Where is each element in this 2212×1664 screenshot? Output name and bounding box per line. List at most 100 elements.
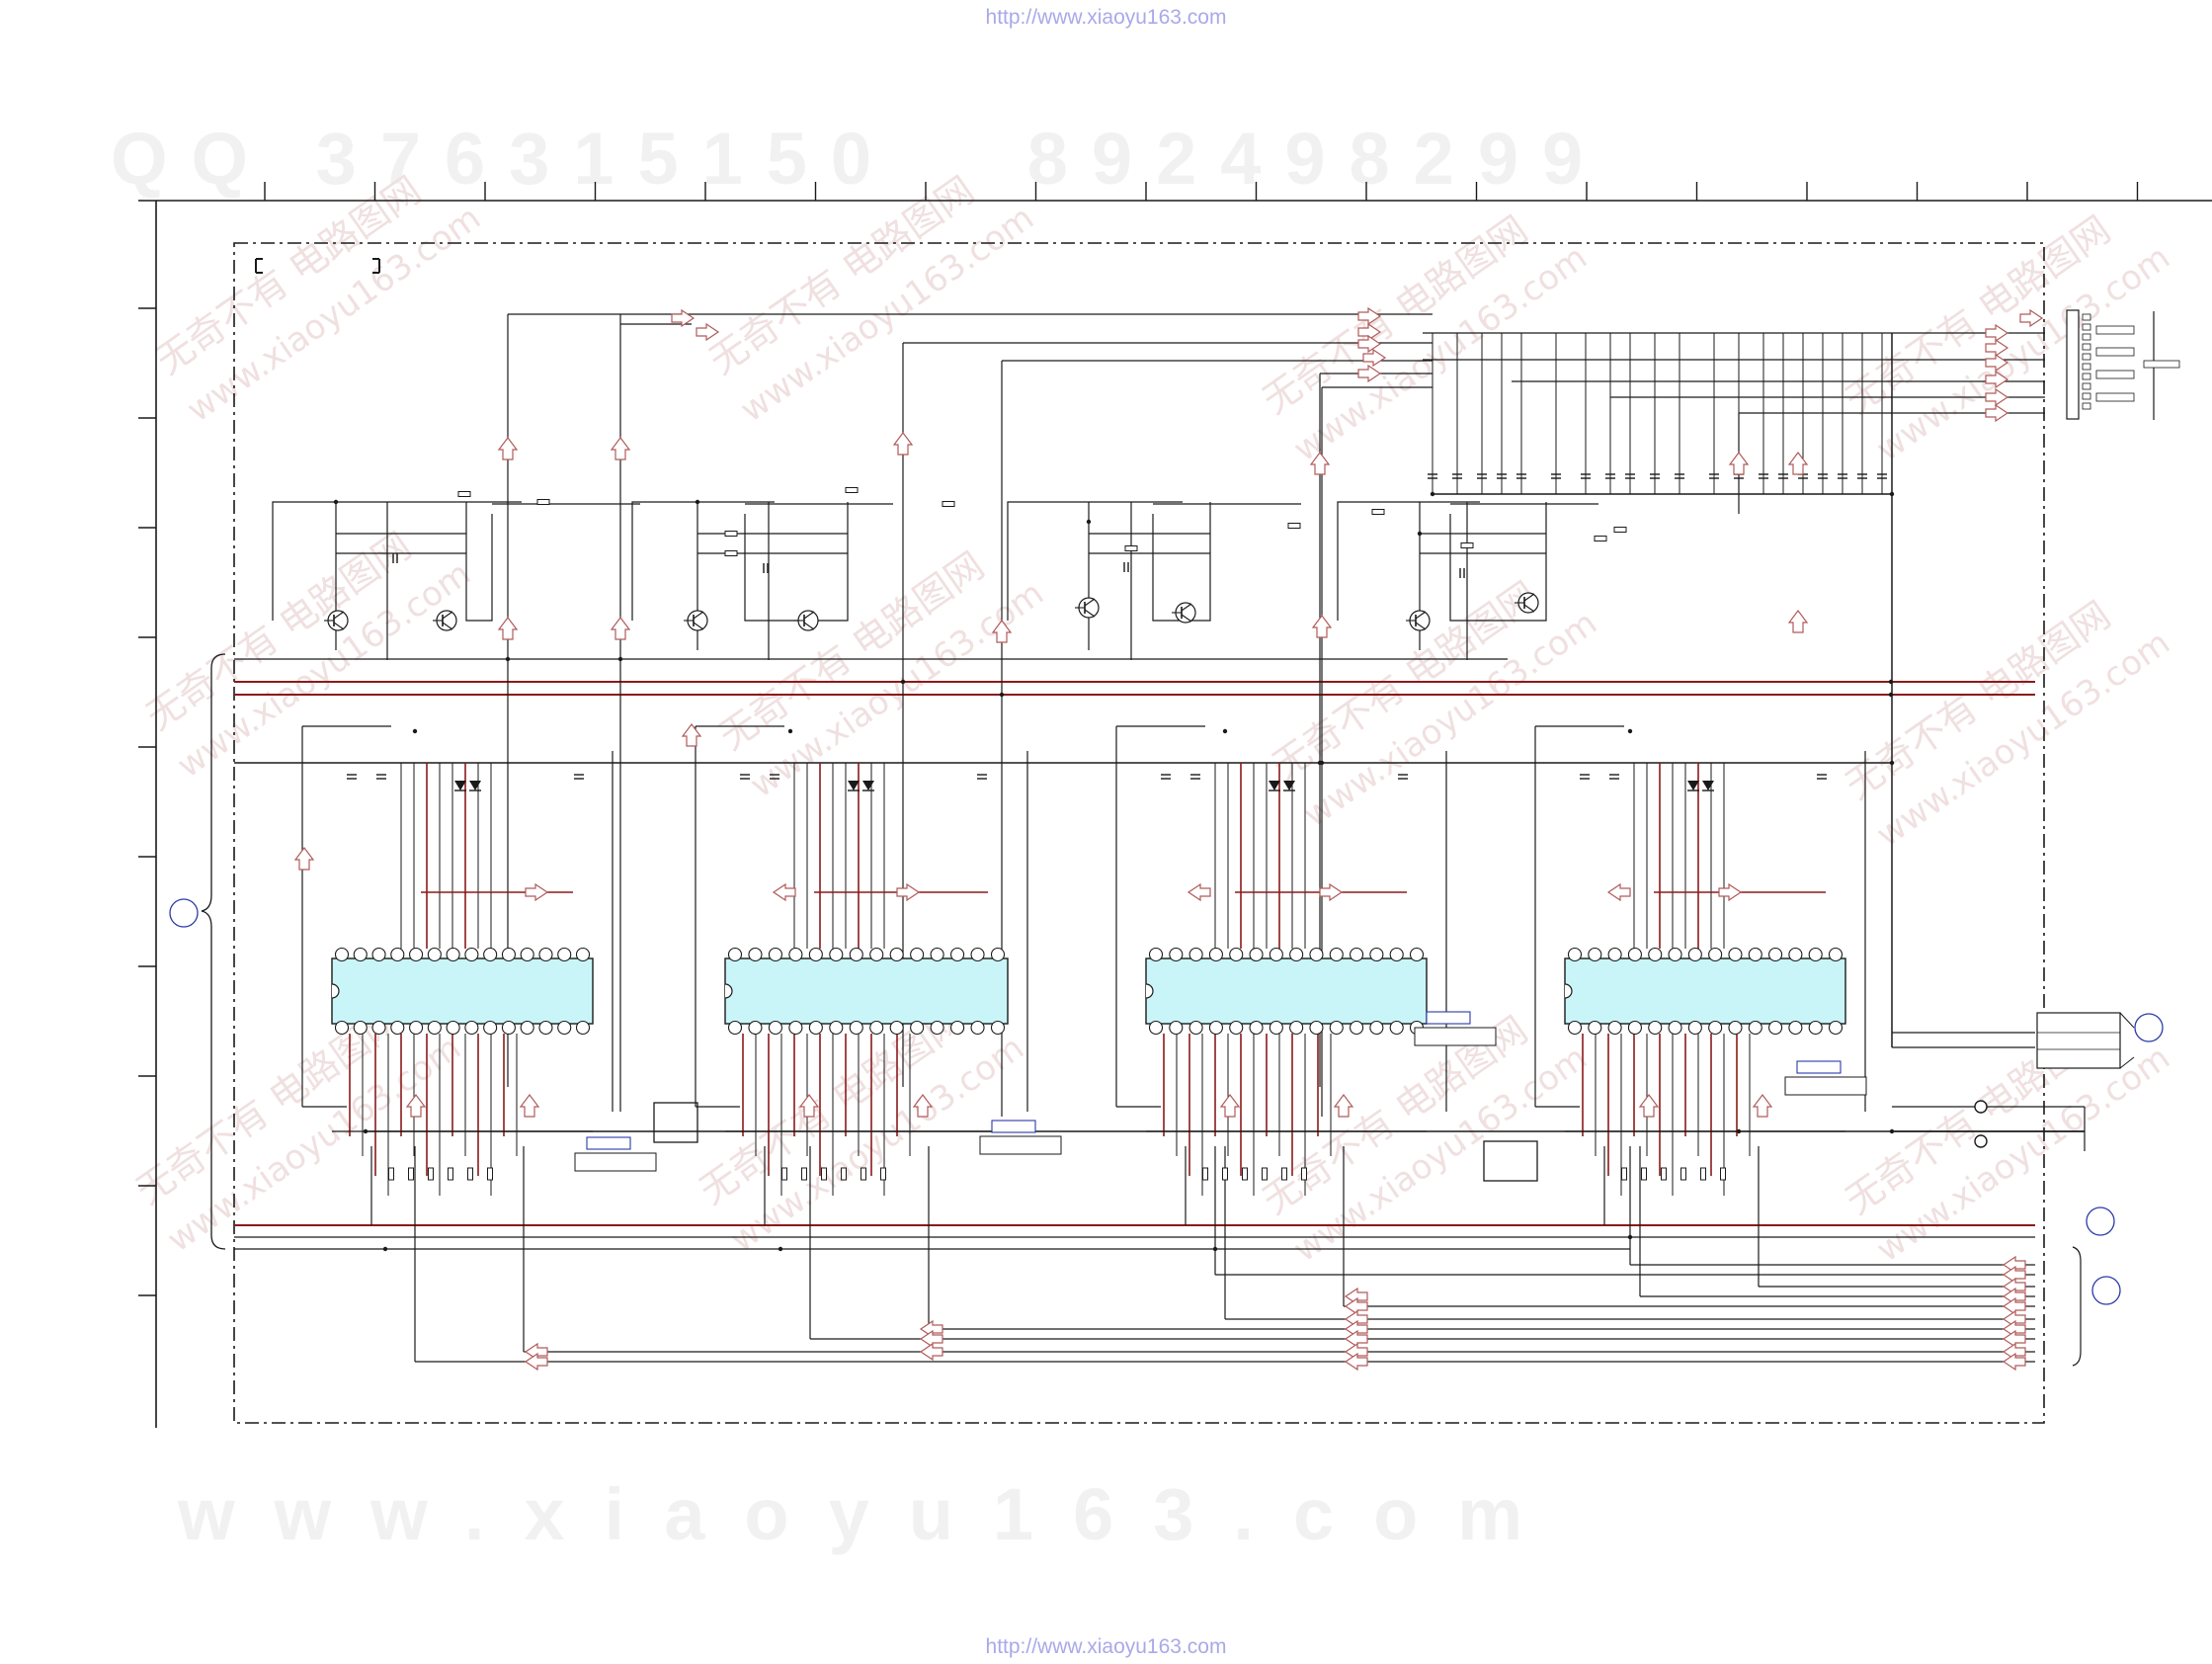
- junction-dot: [1222, 728, 1228, 734]
- ic-pin: [808, 947, 823, 962]
- ic-pin: [1148, 1020, 1164, 1036]
- ic-pin: [727, 1020, 743, 1036]
- ic-pin: [427, 947, 442, 962]
- ic-pin: [1708, 1020, 1723, 1036]
- resistor-icon: [1613, 527, 1627, 533]
- ic-pin: [1728, 1020, 1743, 1036]
- ic-pin: [557, 1020, 572, 1036]
- ic-chip: [331, 947, 594, 1036]
- transistor-icon: [794, 610, 819, 631]
- capacitor-icon: [1161, 774, 1171, 780]
- ic-pin: [483, 1020, 498, 1036]
- ic-pin: [1627, 1020, 1642, 1036]
- ic-pin: [1808, 947, 1823, 962]
- ic-pin: [427, 1020, 442, 1036]
- connector-icon: [2036, 1012, 2121, 1069]
- capacitor-icon: [1609, 774, 1619, 780]
- ic-pin: [353, 1020, 368, 1036]
- ic-pin: [353, 947, 368, 962]
- ic-pin: [1788, 1020, 1803, 1036]
- connector-label-box: [2095, 325, 2135, 335]
- arrow-up-icon: [519, 1094, 540, 1118]
- capacitor-icon: [1580, 774, 1590, 780]
- resistor-icon: [428, 1167, 434, 1181]
- arrow-up-icon: [1333, 1094, 1354, 1118]
- arrow-up-icon: [293, 847, 315, 871]
- ic-pin: [1687, 1020, 1702, 1036]
- ic-pin: [1309, 947, 1324, 962]
- resistor-icon: [1202, 1167, 1208, 1181]
- junction-dot: [1888, 679, 1894, 685]
- wiring: [234, 313, 2086, 1363]
- ic-pin: [1567, 1020, 1583, 1036]
- ref-circle-icon: [2086, 1206, 2115, 1236]
- ic-pin: [1309, 1020, 1324, 1036]
- junction-dot: [900, 679, 906, 685]
- ic-pin: [390, 1020, 405, 1036]
- wire: [465, 502, 493, 622]
- capacitor-icon: [763, 563, 769, 573]
- resistor-icon: [724, 531, 738, 537]
- ic-ref-value-box: [1784, 1076, 1867, 1096]
- ic-pin: [409, 947, 424, 962]
- resistor-icon: [457, 491, 471, 497]
- ic-pin: [990, 1020, 1006, 1036]
- ic-pin: [990, 947, 1006, 962]
- connector-lead: [2119, 1012, 2135, 1029]
- arrow-up-icon: [681, 723, 702, 747]
- ic-pin: [1329, 947, 1344, 962]
- ic-pin: [748, 1020, 763, 1036]
- ic-pin: [1188, 1020, 1203, 1036]
- ic-pin: [1229, 947, 1244, 962]
- ic-pin: [1169, 1020, 1184, 1036]
- ic-pin: [371, 947, 386, 962]
- junction-dot: [412, 728, 418, 734]
- connector-pin: [2082, 313, 2091, 321]
- ic-ref-value-box: [1414, 1027, 1497, 1046]
- capacitor-icon: [1817, 774, 1827, 780]
- transistor-icon: [1172, 602, 1196, 624]
- capacitor-icon: [977, 774, 987, 780]
- resistor-icon: [1621, 1167, 1627, 1181]
- junction-dot: [1889, 491, 1895, 497]
- resistor-icon: [388, 1167, 394, 1181]
- junction-dot: [617, 656, 623, 662]
- capacitor-icon: [376, 774, 386, 780]
- ic-pin: [788, 1020, 803, 1036]
- ic-body: [724, 957, 1009, 1025]
- resistor-icon: [942, 501, 955, 507]
- connector-pin: [2082, 402, 2091, 410]
- ic-pin: [1588, 1020, 1602, 1036]
- ic-pin: [808, 1020, 823, 1036]
- ic-pin: [1668, 1020, 1682, 1036]
- resistor-icon: [841, 1167, 847, 1181]
- ic-pin: [1588, 947, 1602, 962]
- ic-pin: [727, 947, 743, 962]
- ic-ref-label-box: [586, 1136, 631, 1150]
- resistor-icon: [821, 1167, 827, 1181]
- ref-circle-icon: [2134, 1013, 2164, 1042]
- ic-ref-value-box: [979, 1135, 1062, 1155]
- arrow-left-icon: [772, 882, 796, 902]
- junction-dot: [1319, 760, 1325, 766]
- ic-pin: [334, 947, 350, 962]
- ic-ref-label-box: [991, 1120, 1036, 1133]
- board-outline-dashed: [233, 242, 2045, 1424]
- arrow-up-icon: [497, 437, 519, 460]
- resistor-icon: [1281, 1167, 1287, 1181]
- arrow-up-icon: [1728, 452, 1750, 475]
- ic-pin: [768, 1020, 782, 1036]
- ic-pin: [1808, 1020, 1823, 1036]
- capacitor-icon: [1123, 562, 1129, 572]
- ic-pin: [1389, 1020, 1404, 1036]
- ic-pin: [950, 1020, 965, 1036]
- transistor-icon: [684, 610, 708, 631]
- resistor-icon: [1460, 542, 1474, 548]
- ic-pin: [1350, 947, 1364, 962]
- arrow-left-icon: [1187, 882, 1211, 902]
- junction-dot: [505, 656, 511, 662]
- arrow-up-icon: [610, 437, 631, 460]
- resistor-icon: [1641, 1167, 1647, 1181]
- ic-chip: [1564, 947, 1846, 1036]
- resistor-icon: [1262, 1167, 1268, 1181]
